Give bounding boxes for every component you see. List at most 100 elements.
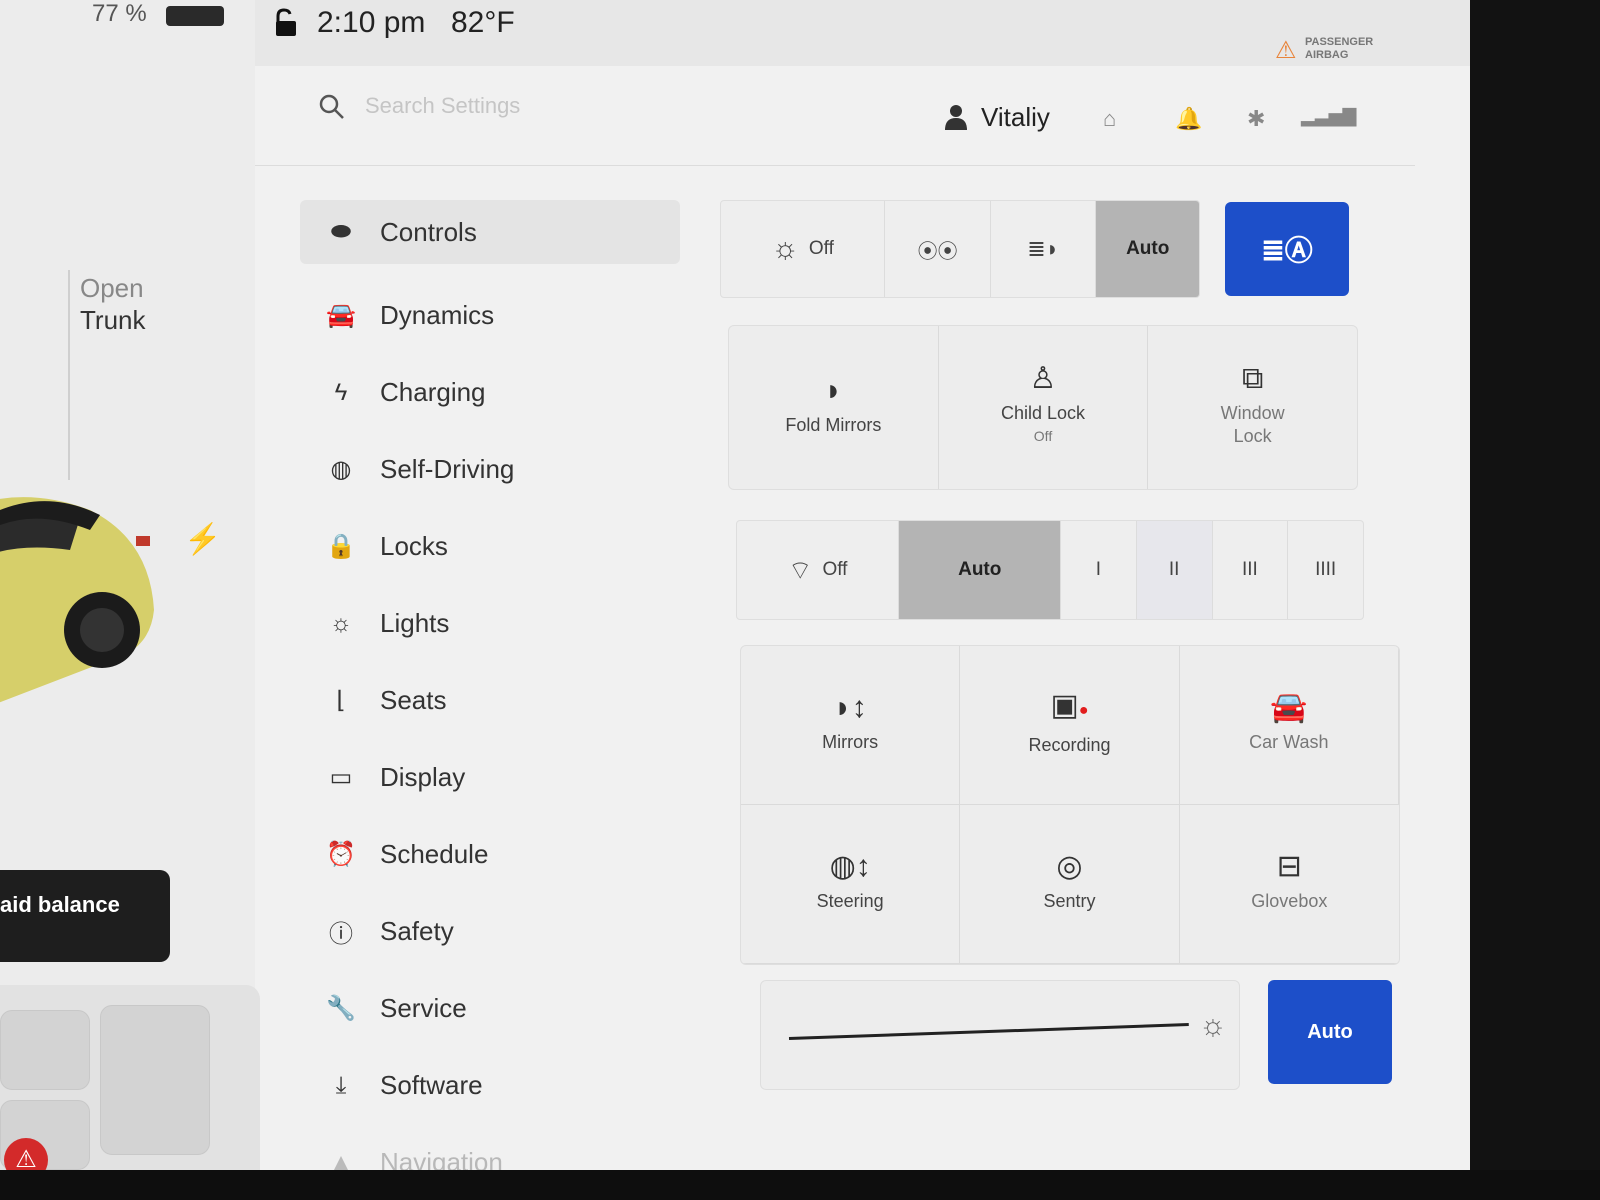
lights-off-option[interactable]: ☼ Off: [721, 201, 886, 297]
nav-item-label: Seats: [380, 685, 447, 715]
window-lock-button[interactable]: ⧉ Window Lock: [1148, 326, 1357, 489]
auto-high-beam-button[interactable]: ≣Ⓐ: [1225, 202, 1349, 296]
nav-item-label: Display: [380, 762, 466, 792]
wiper-speed-1[interactable]: I: [1061, 521, 1137, 619]
car-icon: 🚘: [326, 302, 356, 329]
bolt-icon: ϟ: [334, 378, 348, 406]
controls-tile-grid: ◗↕ Mirrors ▣● Recording 🚘 Car Wash ◍↕ St…: [740, 645, 1400, 965]
nav-item-controls[interactable]: ⬬ Controls: [300, 200, 680, 264]
controls-panel: ☼ Off ⦿⦿ ≣◗ Auto ≣Ⓐ ◗ Fold Mirrors ♙ Chi…: [720, 190, 1400, 1140]
low-beam-option[interactable]: ≣◗: [991, 201, 1097, 297]
window-lock-icon: ⧉: [1241, 362, 1264, 395]
balance-text: aid balance: [0, 892, 120, 917]
headlights-control: ☼ Off ⦿⦿ ≣◗ Auto: [720, 200, 1200, 298]
steering-wheel-icon: ◍: [330, 456, 352, 483]
unlocked-icon[interactable]: [273, 8, 299, 38]
nav-item-label: Dynamics: [380, 300, 495, 330]
open-trunk-button[interactable]: Open Trunk: [80, 272, 146, 336]
auto-high-beam-icon: ≣Ⓐ: [1261, 235, 1313, 266]
nav-item-label: Self-Driving: [380, 454, 515, 484]
car-image: [0, 497, 154, 703]
wipers-off-label: Off: [822, 559, 848, 580]
nav-item-self-driving[interactable]: ◍ Self-Driving: [300, 431, 680, 508]
settings-header: Vitaliy ⌂ 🔔 ✱ ▂▃▅▇: [255, 66, 1415, 166]
passenger-airbag-indicator: PASSENGER AIRBAG: [1305, 36, 1373, 62]
mirror-icon: ◗: [824, 373, 843, 407]
nav-item-schedule[interactable]: ⏰ Schedule: [300, 816, 680, 893]
nav-item-software[interactable]: ⤓ Software: [300, 1047, 680, 1124]
lock-icon: 🔒: [326, 533, 356, 560]
charging-bolt-icon: ⚡: [184, 523, 222, 556]
nav-item-label: Lights: [380, 608, 450, 638]
parking-lights-icon: ⦿⦿: [917, 240, 958, 263]
nav-item-seats[interactable]: ⌊ Seats: [300, 662, 680, 739]
wiper-speed-2-label: II: [1168, 559, 1180, 580]
sun-icon: ☼: [771, 232, 799, 265]
glovebox-button[interactable]: ⊟ Glovebox: [1179, 805, 1399, 964]
search-settings-input[interactable]: [365, 86, 785, 126]
car-wash-button[interactable]: 🚘 Car Wash: [1179, 646, 1399, 805]
wipers-auto-label: Auto: [958, 559, 1002, 580]
wiper-speed-3[interactable]: III: [1213, 521, 1289, 619]
window-lock-label-1: Window: [1220, 403, 1285, 423]
child-lock-label: Child Lock: [1000, 403, 1086, 423]
seat-front-right[interactable]: [100, 1005, 210, 1155]
nav-item-locks[interactable]: 🔒 Locks: [300, 508, 680, 585]
outside-temperature: 82°F: [451, 6, 515, 39]
steering-adjust-icon: ◍↕: [829, 850, 871, 883]
download-icon: ⤓: [335, 1071, 347, 1099]
wiper-speed-4[interactable]: IIII: [1288, 521, 1363, 619]
low-beam-icon: ≣◗: [1027, 236, 1060, 261]
notification-bell-icon[interactable]: 🔔: [1175, 106, 1202, 132]
wiper-speed-2[interactable]: II: [1136, 521, 1213, 619]
mirrors-button[interactable]: ◗↕ Mirrors: [741, 646, 961, 805]
airbag-line-2: AIRBAG: [1305, 49, 1349, 61]
nav-item-safety[interactable]: ⓘ Safety: [300, 893, 680, 970]
alarm-clock-icon: ⏰: [326, 841, 356, 868]
nav-item-dynamics[interactable]: 🚘 Dynamics: [300, 277, 680, 354]
fold-mirrors-button[interactable]: ◗ Fold Mirrors: [729, 326, 939, 489]
airbag-line-1: PASSENGER: [1305, 36, 1374, 48]
nav-item-label: Charging: [380, 377, 486, 407]
window-lock-label-2: Lock: [1233, 426, 1272, 446]
sun-icon: ☼: [330, 609, 352, 637]
balance-banner[interactable]: aid balance: [0, 870, 170, 962]
touchscreen: 77 % Open Trunk ⚡ aid balance ⚠ 2:10 pm …: [0, 0, 1470, 1200]
clock: 2:10 pm: [317, 6, 426, 39]
wrench-icon: 🔧: [326, 995, 356, 1022]
lights-auto-option[interactable]: Auto: [1096, 201, 1199, 297]
car-wash-label: Car Wash: [1249, 732, 1329, 752]
brightness-slider[interactable]: [788, 1023, 1189, 1040]
nav-item-label: Safety: [380, 916, 454, 946]
user-name[interactable]: Vitaliy: [981, 102, 1050, 133]
nav-item-display[interactable]: ▭ Display: [300, 739, 680, 816]
bluetooth-icon[interactable]: ✱: [1247, 106, 1265, 132]
glovebox-icon: ⊟: [1276, 850, 1302, 883]
nav-item-lights[interactable]: ☼ Lights: [300, 585, 680, 662]
settings-nav: ⬬ Controls 🚘 Dynamics ϟ Charging ◍ Self-…: [300, 200, 680, 1200]
toggle-icon: ⬬: [330, 218, 352, 245]
nav-item-label: Software: [380, 1070, 483, 1100]
recording-label: Recording: [1028, 734, 1111, 755]
wipers-off-option[interactable]: ⌔ Off: [737, 521, 900, 619]
nav-item-service[interactable]: 🔧 Service: [300, 970, 680, 1047]
mirror-adjust-icon: ◗↕: [833, 691, 867, 724]
user-icon[interactable]: [945, 104, 967, 130]
battery-icon: [166, 6, 224, 26]
parking-lights-option[interactable]: ⦿⦿: [885, 201, 991, 297]
homelink-icon[interactable]: ⌂: [1103, 106, 1116, 132]
display-icon: ▭: [329, 764, 353, 791]
child-lock-button[interactable]: ♙ Child Lock Off: [939, 326, 1149, 489]
wipers-control: ⌔ Off Auto I II III IIII: [736, 520, 1364, 620]
status-bar: 2:10 pm 82°F ⚠ PASSENGER AIRBAG: [255, 0, 1470, 66]
wipers-auto-option[interactable]: Auto: [899, 521, 1061, 619]
steering-button[interactable]: ◍↕ Steering: [741, 805, 961, 964]
screen-bezel: [1470, 0, 1600, 1200]
sentry-button[interactable]: ◎ Sentry: [960, 805, 1180, 964]
nav-item-label: Schedule: [380, 839, 489, 869]
seat-front-left[interactable]: [0, 1010, 90, 1090]
recording-button[interactable]: ▣● Recording: [960, 646, 1180, 805]
nav-item-charging[interactable]: ϟ Charging: [300, 354, 680, 431]
child-lock-state: Off: [1033, 428, 1053, 444]
brightness-auto-button[interactable]: Auto: [1268, 980, 1392, 1084]
